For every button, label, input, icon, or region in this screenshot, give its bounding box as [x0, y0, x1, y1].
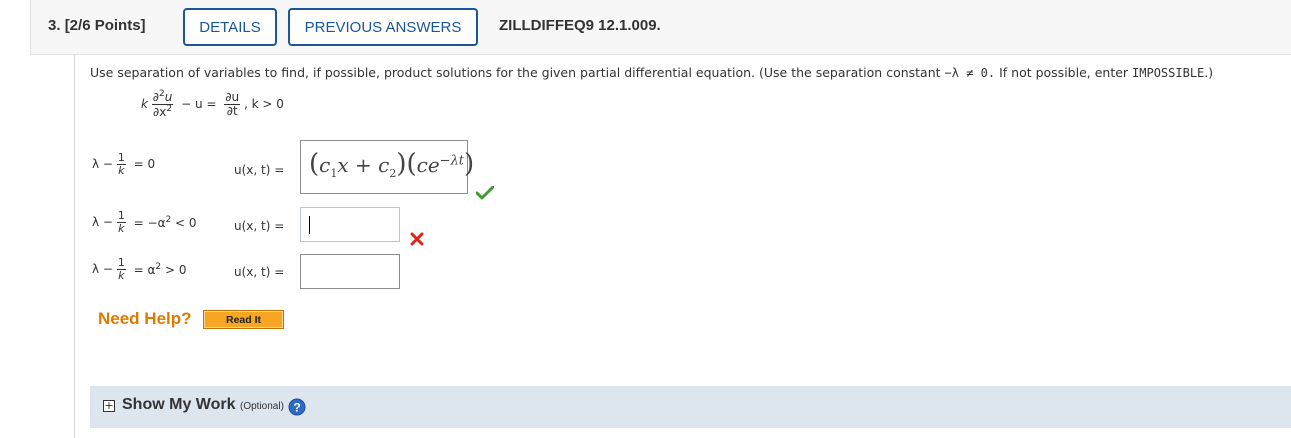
instructions-text: Use separation of variables to find, if … — [90, 65, 1214, 80]
svg-text:?: ? — [293, 401, 300, 415]
u-label-2: u(x, t) = — [234, 219, 285, 233]
answer-input-1[interactable]: (c1x + c2)(ce−λt) — [300, 140, 474, 194]
u-label-3: u(x, t) = — [234, 265, 285, 279]
details-button[interactable]: DETAILS — [183, 8, 277, 46]
show-my-work-label[interactable]: Show My Work — [122, 396, 236, 414]
text-cursor — [309, 216, 310, 234]
expand-icon[interactable]: + — [103, 400, 115, 412]
pde-equation: k ∂2u ∂x2 − u = ∂u ∂t , k > 0 — [141, 89, 284, 119]
answer-input-3[interactable] — [300, 254, 400, 289]
case-lambda-zero: λ − 1k = 0 — [92, 151, 156, 177]
question-header: 3. [2/6 Points] DETAILS PREVIOUS ANSWERS… — [30, 0, 1291, 55]
case-lambda-negative: λ − 1k = −α2 < 0 — [92, 209, 197, 235]
case-lambda-positive: λ − 1k = α2 > 0 — [92, 256, 187, 282]
optional-label: (Optional) — [240, 401, 284, 412]
u-label-1: u(x, t) = — [234, 163, 285, 177]
read-it-button[interactable]: Read It — [203, 310, 284, 329]
x-icon — [410, 232, 424, 246]
previous-answers-button[interactable]: PREVIOUS ANSWERS — [288, 8, 478, 46]
check-icon — [476, 186, 494, 200]
question-id: ZILLDIFFEQ9 12.1.009. — [499, 17, 661, 34]
answer-1-expression: (c1x + c2)(ce−λt) — [309, 149, 475, 180]
question-left-border — [74, 55, 75, 438]
show-my-work-panel[interactable]: + Show My Work (Optional) ? — [90, 386, 1291, 428]
help-icon[interactable]: ? — [288, 398, 306, 416]
need-help-label: Need Help? — [98, 309, 192, 328]
answer-input-2[interactable] — [300, 207, 400, 242]
question-label: 3. [2/6 Points] — [48, 17, 146, 34]
